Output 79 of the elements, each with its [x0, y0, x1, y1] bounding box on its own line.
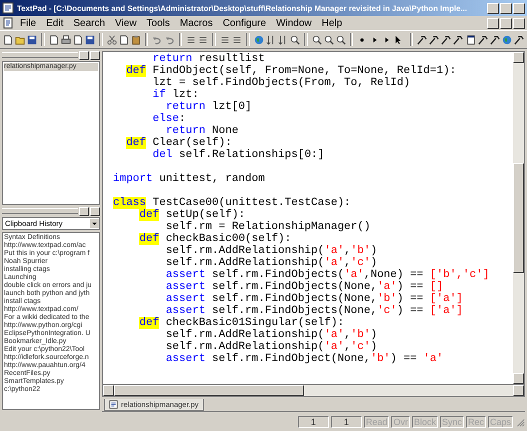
minimize-button[interactable] [487, 18, 499, 28]
page-icon[interactable] [3, 34, 14, 46]
page-icon[interactable] [118, 34, 129, 46]
column-number: 1 [330, 416, 362, 428]
restore-button[interactable] [500, 18, 512, 28]
code-line: self.rm.AddRelationship('a','c') [164, 341, 378, 353]
code-line: del self.Relationships[0:] [152, 149, 326, 161]
wand-icon[interactable] [490, 34, 500, 46]
code-line: def setUp(self): [138, 209, 246, 221]
pane-menu-button[interactable] [79, 206, 89, 216]
clipboard-icon[interactable] [130, 34, 141, 46]
code-line: import unittest, random [113, 173, 266, 185]
menu-item[interactable]: View [111, 18, 141, 28]
code-line: assert self.rm.FindObjects(None,'b') == ['a'] [164, 293, 464, 305]
search-icon[interactable] [290, 34, 300, 46]
code-line: def Clear(self): [125, 137, 233, 149]
wand-icon[interactable] [478, 34, 488, 46]
search-icon[interactable] [324, 34, 334, 46]
search-icon[interactable] [312, 34, 322, 46]
menu-item[interactable]: Help [318, 18, 346, 28]
wand-icon[interactable] [441, 34, 452, 46]
scroll-left-button[interactable] [103, 385, 114, 396]
search-icon[interactable] [336, 34, 346, 46]
document-icon [109, 400, 118, 409]
pane-menu-button[interactable] [79, 50, 89, 60]
vertical-scrollbar[interactable] [513, 52, 524, 384]
menu-item[interactable]: Configure [218, 18, 270, 28]
minimize-button[interactable] [487, 2, 499, 14]
code-line: assert self.rm.FindObjects('a',None) == ['b','c'] [164, 269, 490, 281]
app-icon [2, 2, 14, 14]
code-line: assert self.rm.FindObjects(None,'a') == [] [164, 281, 444, 293]
scroll-thumb[interactable] [513, 163, 524, 273]
code-line: assert self.rm.FindObjects(None,'c') == ['a'] [164, 305, 464, 317]
code-line: self.rm = RelationshipManager() [164, 221, 372, 233]
menu-item[interactable]: Macros [176, 18, 217, 28]
page-icon[interactable] [48, 34, 59, 46]
scroll-right-button[interactable] [513, 385, 524, 396]
wand-icon[interactable] [429, 34, 440, 46]
code-line: class TestCase00(unittest.TestCase): [113, 197, 352, 209]
close-button[interactable] [513, 18, 525, 28]
page-icon[interactable] [72, 34, 83, 46]
menu-item[interactable]: File [16, 18, 40, 28]
pane-close-button[interactable] [90, 206, 100, 216]
code-line: return None [164, 125, 240, 137]
menu-item[interactable]: Search [69, 18, 110, 28]
resize-grip-icon[interactable] [515, 416, 525, 426]
sort-arrows-icon[interactable] [278, 34, 288, 46]
code-line: self.rm.AddRelationship('a','c') [164, 257, 378, 269]
code-line: def checkBasic01Singular(self): [138, 317, 346, 329]
code-line: return resultlist [152, 53, 266, 65]
wand-icon[interactable] [514, 34, 524, 46]
document-icon[interactable] [2, 17, 14, 29]
close-button[interactable] [513, 2, 525, 14]
wand-icon[interactable] [453, 34, 464, 46]
menu-item[interactable]: Edit [42, 18, 68, 28]
scroll-up-button[interactable] [513, 52, 524, 63]
scroll-down-button[interactable] [513, 373, 524, 384]
code-line: self.rm.AddRelationship('a','b') [164, 329, 378, 341]
line-number: 1 [298, 416, 329, 428]
code-line: return lzt[0] [164, 101, 253, 113]
window-icon[interactable] [466, 34, 476, 46]
sort-arrows-icon[interactable] [266, 34, 276, 46]
code-line: lzt = self.FindObjects(From, To, RelId) [152, 77, 412, 89]
maximize-button[interactable] [500, 2, 512, 14]
horizontal-scrollbar[interactable] [102, 385, 525, 397]
scissors-icon[interactable] [106, 34, 117, 46]
code-editor[interactable] [103, 52, 513, 384]
pane-close-button[interactable] [90, 50, 100, 60]
code-line: def FindObject(self, From=None, To=None, RelId=1): [125, 65, 458, 77]
code-line: if lzt: [152, 89, 200, 101]
wand-icon[interactable] [417, 34, 428, 46]
code-line: else: [152, 113, 187, 125]
code-line: self.rm.AddRelationship('a','b') [164, 245, 378, 257]
code-line: def checkBasic00(self): [138, 233, 292, 245]
printer-icon[interactable] [60, 34, 71, 46]
menu-item[interactable]: Window [272, 18, 316, 28]
menu-item[interactable]: Tools [142, 18, 174, 28]
scroll-thumb[interactable] [114, 385, 304, 396]
code-line: assert self.rm.FindObject(None,'b') == 'a' [164, 353, 444, 365]
